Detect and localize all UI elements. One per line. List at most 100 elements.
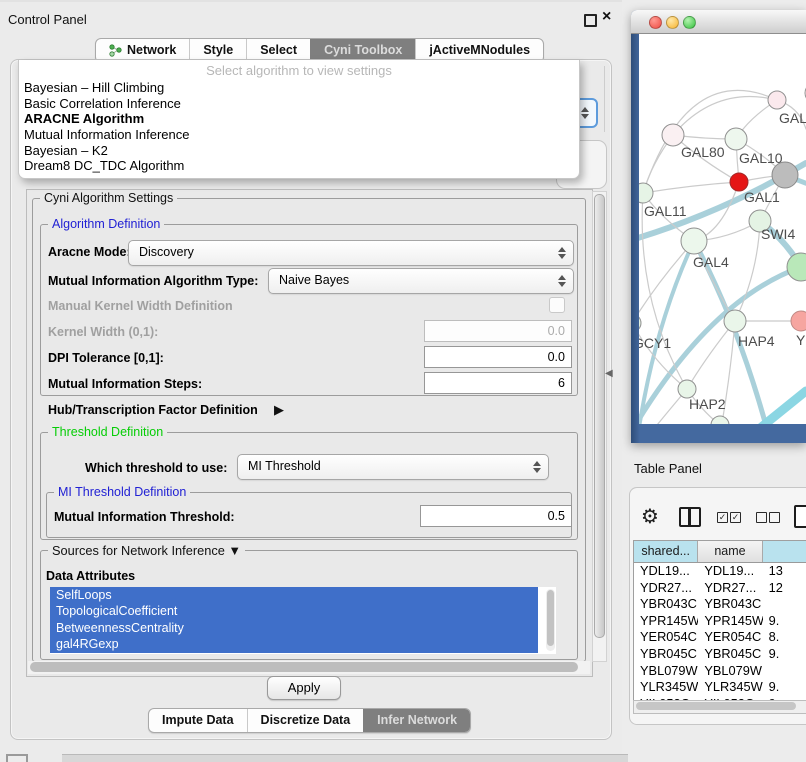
algorithm-option[interactable]: Bayesian – K2 <box>19 143 579 159</box>
node-label: GAL11 <box>644 203 687 219</box>
dpi-tolerance-field[interactable]: 0.0 <box>424 346 572 368</box>
tab-infer-network[interactable]: Infer Network <box>363 709 470 732</box>
table-row[interactable]: YBR043CYBR043C <box>634 596 806 613</box>
zoom-window-icon[interactable] <box>683 16 696 29</box>
attribute-item[interactable]: SelfLoops <box>50 587 538 603</box>
combo-arrows-icon <box>557 247 566 259</box>
network-node[interactable] <box>791 311 806 331</box>
tab-impute-data[interactable]: Impute Data <box>149 709 247 732</box>
bottom-status-strip <box>62 754 628 762</box>
algorithm-option[interactable]: Basic Correlation Inference <box>19 96 579 112</box>
node-label: Y <box>796 332 806 348</box>
hub-definition-label: Hub/Transcription Factor Definition <box>48 403 258 417</box>
gear-icon[interactable]: ⚙ <box>641 504 659 529</box>
float-panel-icon[interactable] <box>584 14 597 27</box>
table-cell: 9. <box>763 613 806 630</box>
close-window-icon[interactable] <box>649 16 662 29</box>
minimize-window-icon[interactable] <box>666 16 679 29</box>
table-row[interactable]: YDL19...YDL19...13 <box>634 563 806 580</box>
select-all-icon[interactable]: ✓ <box>717 512 728 523</box>
attribute-item[interactable]: BetweennessCentrality <box>50 620 538 636</box>
tab-discretize-data[interactable]: Discretize Data <box>247 709 364 732</box>
algorithm-option[interactable]: ARACNE Algorithm <box>19 111 579 127</box>
dropdown-placeholder: Select algorithm to view settings <box>19 63 579 80</box>
network-edge[interactable] <box>735 221 760 321</box>
network-focus-frame: GALGAL80GAL10GAL1GAL11SWI4GAL4GCY1HAP4YH… <box>631 34 806 443</box>
list-scrollbar[interactable] <box>546 589 555 651</box>
algorithm-option[interactable]: Dream8 DC_TDC Algorithm <box>19 158 579 174</box>
network-edge[interactable] <box>673 97 777 135</box>
network-graph: GALGAL80GAL10GAL1GAL11SWI4GAL4GCY1HAP4YH… <box>639 34 806 424</box>
threshold-definition-title: Threshold Definition <box>48 425 167 439</box>
mi-steps-field[interactable]: 6 <box>424 372 572 394</box>
column-header-shared-name[interactable]: shared... <box>634 541 698 562</box>
network-node[interactable] <box>662 124 684 146</box>
data-attributes-label: Data Attributes <box>46 569 135 583</box>
node-table[interactable]: shared... name YDL19...YDL19...13YDR27..… <box>633 540 806 701</box>
network-node[interactable] <box>768 91 786 109</box>
which-threshold-value: MI Threshold <box>248 459 321 473</box>
collapse-arrow-icon[interactable]: ▼ <box>228 543 241 558</box>
network-edge[interactable] <box>687 321 735 389</box>
network-canvas[interactable]: GALGAL80GAL10GAL1GAL11SWI4GAL4GCY1HAP4YH… <box>639 34 806 424</box>
settings-vertical-scrollbar[interactable] <box>592 191 607 662</box>
kernel-width-field[interactable]: 0.0 <box>424 320 572 342</box>
group-title: Cyni Algorithm Settings <box>40 191 177 205</box>
column-header-clipped[interactable] <box>763 541 806 562</box>
attribute-item[interactable]: TopologicalCoefficient <box>50 603 538 619</box>
table-horizontal-scrollbar[interactable] <box>633 700 806 714</box>
table-sheet-icon[interactable] <box>794 505 806 528</box>
close-panel-icon[interactable]: × <box>602 8 611 26</box>
which-threshold-combo[interactable]: MI Threshold <box>237 454 549 480</box>
deselect-all-icon[interactable] <box>756 512 767 523</box>
column-header-name[interactable]: name <box>698 541 762 562</box>
mi-threshold-field[interactable]: 0.5 <box>420 505 572 527</box>
node-label: SWI4 <box>761 226 795 242</box>
attribute-item[interactable]: gal4RGexp <box>50 636 538 652</box>
data-attributes-list[interactable]: SelfLoopsTopologicalCoefficientBetweenne… <box>50 587 556 654</box>
split-columns-icon[interactable] <box>679 507 701 527</box>
node-label: GAL80 <box>681 144 725 160</box>
table-row[interactable]: YPR145WYPR145W9. <box>634 613 806 630</box>
combo-arrows-icon <box>532 461 541 473</box>
network-node[interactable] <box>681 228 707 254</box>
algorithm-option[interactable]: Bayesian – Hill Climbing <box>19 80 579 96</box>
deselect-all-icon[interactable] <box>769 512 780 523</box>
network-edge[interactable] <box>643 182 739 193</box>
algorithm-dropdown-popup: Select algorithm to view settings Bayesi… <box>18 60 580 179</box>
network-node[interactable] <box>639 314 641 332</box>
table-cell: 9. <box>763 679 806 696</box>
table-row[interactable]: YER054CYER054C8. <box>634 629 806 646</box>
expand-arrow-icon[interactable]: ▶ <box>274 402 284 418</box>
network-window-titlebar[interactable] <box>631 10 806 34</box>
algorithm-option[interactable]: Mutual Information Inference <box>19 127 579 143</box>
network-node[interactable] <box>639 183 653 203</box>
network-node[interactable] <box>787 253 806 281</box>
network-edge[interactable] <box>733 391 806 424</box>
aracne-mode-combo[interactable]: Discovery <box>128 240 574 266</box>
mi-type-label: Mutual Information Algorithm Type: <box>48 274 258 288</box>
table-cell: 13 <box>763 563 806 580</box>
which-threshold-label: Which threshold to use: <box>85 461 227 475</box>
network-node[interactable] <box>725 128 747 150</box>
manual-kernel-checkbox[interactable] <box>549 297 565 313</box>
node-label: GAL <box>779 110 806 126</box>
control-panel-title: Control Panel <box>8 12 87 27</box>
table-row[interactable]: YDR27...YDR27...12 <box>634 580 806 597</box>
table-row[interactable]: YLR345WYLR345W9. <box>634 679 806 696</box>
splitter-collapse-icon[interactable]: ◀ <box>605 368 613 379</box>
table-cell: YPR145W <box>634 613 698 630</box>
apply-button[interactable]: Apply <box>267 676 341 700</box>
network-node[interactable] <box>711 416 729 424</box>
table-row[interactable]: YBL079WYBL079W <box>634 663 806 680</box>
select-all-icon[interactable]: ✓ <box>730 512 741 523</box>
combo-arrows-icon <box>557 275 566 287</box>
table-cell <box>763 596 806 613</box>
mi-threshold-group-title: MI Threshold Definition <box>54 485 190 499</box>
settings-horizontal-scrollbar[interactable] <box>28 661 590 674</box>
minimized-panel-icon[interactable] <box>6 754 28 762</box>
table-row[interactable]: YBR045CYBR045C9. <box>634 646 806 663</box>
network-node[interactable] <box>724 310 746 332</box>
mi-type-combo[interactable]: Naive Bayes <box>268 268 574 294</box>
table-panel-title: Table Panel <box>634 461 702 476</box>
